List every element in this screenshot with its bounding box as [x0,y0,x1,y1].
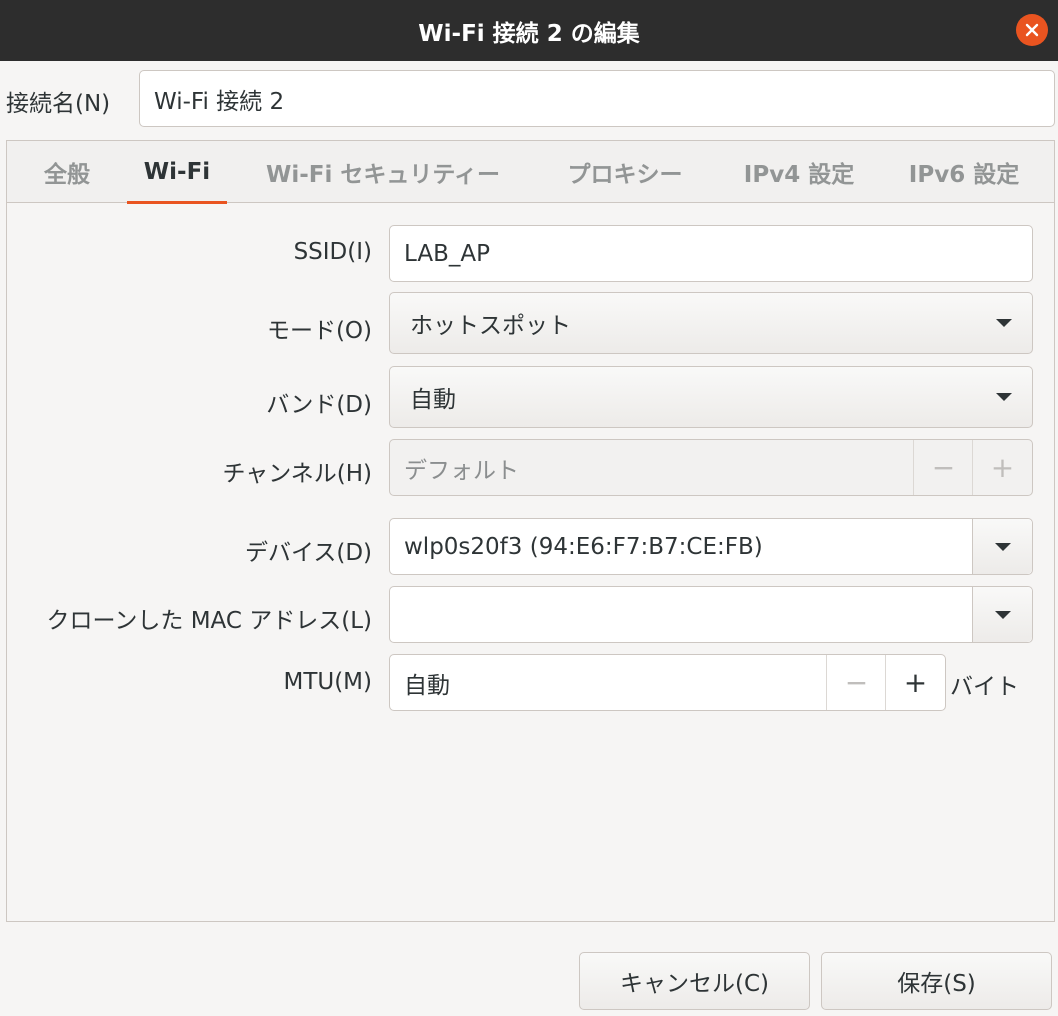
device-label: デバイス(D) [245,540,372,566]
chevron-down-icon [996,319,1012,327]
ssid-label: SSID(I) [293,239,372,265]
mtu-spinner[interactable]: 自動 − + [389,654,946,711]
close-icon [1025,23,1039,37]
device-dropdown-button[interactable] [972,519,1032,574]
tab-general[interactable]: 全般 [27,141,107,203]
tab-ipv6[interactable]: IPv6 設定 [899,141,1029,203]
channel-spinner: デフォルト − + [389,439,1033,496]
tab-bar: 全般 Wi-Fi Wi-Fi セキュリティー プロキシー IPv4 設定 IPv… [7,141,1054,204]
window-title: Wi-Fi 接続 2 の編集 [418,20,640,47]
settings-notebook: 全般 Wi-Fi Wi-Fi セキュリティー プロキシー IPv4 設定 IPv… [6,140,1055,922]
cancel-button[interactable]: キャンセル(C) [579,952,810,1010]
tab-proxy[interactable]: プロキシー [555,141,695,203]
ssid-input[interactable]: LAB_AP [389,225,1033,282]
tab-wifi-security-label: Wi-Fi セキュリティー [265,162,501,188]
chevron-down-icon [995,611,1011,619]
mode-dropdown[interactable]: ホットスポット [389,292,1033,354]
mode-value: ホットスポット [410,313,571,339]
tab-ipv6-label: IPv6 設定 [908,162,1020,188]
mtu-unit-label: バイト [950,674,1019,700]
band-dropdown[interactable]: 自動 [389,366,1033,428]
cancel-button-label: キャンセル(C) [619,971,769,997]
tab-wifi-label: Wi-Fi [143,159,211,185]
mtu-label: MTU(M) [283,669,372,695]
close-button[interactable] [1016,14,1048,46]
cloned-mac-dropdown-button[interactable] [972,587,1032,642]
mtu-increment-button[interactable]: + [885,655,945,710]
cloned-mac-combo[interactable] [389,586,1033,643]
tab-ipv4[interactable]: IPv4 設定 [735,141,863,203]
tab-ipv4-label: IPv4 設定 [743,162,855,188]
tab-proxy-label: プロキシー [567,162,683,188]
channel-increment-button: + [972,440,1032,495]
connection-name-label: 接続名(N) [6,91,111,117]
save-button-label: 保存(S) [897,971,976,997]
chevron-down-icon [995,543,1011,551]
band-value: 自動 [410,387,456,413]
device-value: wlp0s20f3 (94:E6:F7:B7:CE:FB) [404,533,763,560]
cloned-mac-label: クローンした MAC アドレス(L) [46,608,372,634]
ssid-value: LAB_AP [404,240,490,267]
connection-name-value: Wi-Fi 接続 2 [154,88,285,115]
connection-name-input[interactable]: Wi-Fi 接続 2 [139,70,1055,127]
band-label: バンド(D) [266,392,372,418]
tab-wifi[interactable]: Wi-Fi [127,141,227,204]
mode-label: モード(O) [266,318,372,344]
tab-general-label: 全般 [44,162,90,188]
device-combo[interactable]: wlp0s20f3 (94:E6:F7:B7:CE:FB) [389,518,1033,575]
save-button[interactable]: 保存(S) [821,952,1052,1010]
channel-value: デフォルト [404,457,519,484]
title-bar: Wi-Fi 接続 2 の編集 [0,0,1058,61]
mtu-value: 自動 [404,672,450,699]
mtu-decrement-button[interactable]: − [826,655,886,710]
chevron-down-icon [996,393,1012,401]
channel-label: チャンネル(H) [222,461,372,487]
channel-decrement-button: − [913,440,973,495]
tab-wifi-security[interactable]: Wi-Fi セキュリティー [255,141,511,203]
